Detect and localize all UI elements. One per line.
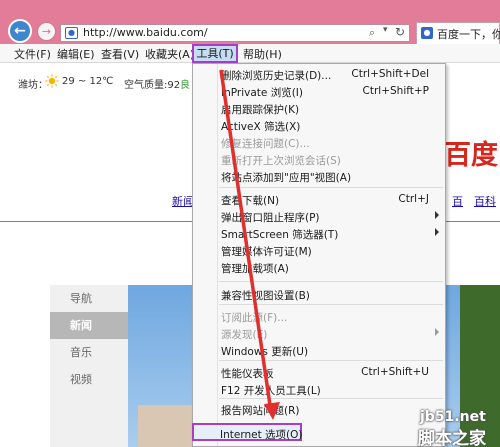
tools-menu-item[interactable]: 性能仪表板 Ctrl+Shift+U (193, 364, 445, 381)
menu-favorites[interactable]: 收藏夹(A) (145, 46, 194, 62)
baidu-favicon-icon: ● (421, 27, 433, 39)
tools-menu-item[interactable]: 查看下载(N) Ctrl+J (193, 191, 445, 208)
menu-tools[interactable]: 工具(T) (192, 44, 238, 63)
left-nav: 导航 新闻 音乐 视频 (50, 285, 128, 447)
tools-menu-item: 修复连接问题(C)... (193, 134, 445, 151)
arrow-left-icon: ← (14, 23, 26, 39)
tools-menu-item[interactable]: 启用跟踪保护(K) (193, 100, 445, 117)
forward-button[interactable]: → (37, 22, 56, 41)
submenu-arrow-icon (435, 211, 439, 219)
menu-item-internet-options[interactable]: Internet 选项(O) (192, 423, 303, 441)
menu-item-label: 管理媒体许可证(M) (221, 246, 312, 258)
tools-menu-item[interactable]: ActiveX 筛选(X) (193, 117, 445, 134)
menu-item-label: ActiveX 筛选(X) (221, 121, 301, 133)
address-bar[interactable]: ● http://www.baidu.com/ ⌕ ▾ ↻ (60, 24, 410, 42)
menu-item-label: Internet 选项(O) (220, 429, 303, 441)
menu-item-label: F12 开发人员工具(L) (221, 385, 321, 397)
tools-menu-item[interactable]: InPrivate 浏览(I) Ctrl+Shift+P (193, 83, 445, 100)
menu-item-shortcut: Ctrl+Shift+P (362, 85, 429, 97)
weather-temperature: 29 ~ 12℃ (62, 76, 114, 87)
menu-separator (219, 304, 443, 305)
tools-menu-item[interactable]: Windows 更新(U) (193, 342, 445, 359)
address-text[interactable]: http://www.baidu.com/ (83, 26, 208, 39)
menu-item-label: 报告网站问题(R) (221, 405, 300, 417)
sun-icon (45, 74, 59, 88)
submenu-arrow-icon (435, 328, 439, 336)
menu-help[interactable]: 帮助(H) (243, 46, 282, 62)
menu-item-label: 性能仪表板 (221, 368, 274, 380)
menu-separator (219, 398, 443, 399)
left-nav-item-news[interactable]: 新闻 (50, 312, 128, 339)
menu-item-label: 源发现(E) (221, 329, 268, 341)
menu-separator (219, 187, 443, 188)
menu-item-label: 删除浏览历史记录(D)... (221, 70, 332, 82)
tools-menu-item: 订阅此源(F)... (193, 308, 445, 325)
menu-item-label: InPrivate 浏览(I) (221, 87, 303, 99)
browser-tab[interactable]: ● 百度一下，你就 (416, 22, 500, 44)
submenu-arrow-icon (435, 228, 439, 236)
menu-bar: 文件(F) 编辑(E) 查看(V) 收藏夹(A) 帮助(H) (0, 44, 500, 63)
watermark-site: jb51.net (420, 409, 486, 425)
arrow-right-icon: → (41, 25, 52, 38)
search-icon[interactable]: ⌕ (369, 26, 375, 40)
watermark-brand: 脚本之家 (418, 429, 486, 447)
tools-menu-item: 源发现(E) (193, 325, 445, 342)
menu-item-label: 弹出窗口阻止程序(P) (221, 212, 320, 224)
menu-item-label: 查看下载(N) (221, 195, 280, 207)
menu-edit[interactable]: 编辑(E) (57, 46, 95, 62)
menu-view[interactable]: 查看(V) (101, 46, 139, 62)
tools-menu-item[interactable]: 弹出窗口阻止程序(P) (193, 208, 445, 225)
chevron-down-icon[interactable]: ▾ (383, 25, 388, 35)
menu-item-label: SmartScreen 筛选器(T) (221, 229, 339, 241)
menu-item-label: 将站点添加到"应用"视图(A) (221, 172, 352, 184)
tools-menu-item[interactable]: 管理媒体许可证(M) (193, 242, 445, 259)
site-favicon-icon: ● (65, 27, 78, 39)
left-nav-item-music[interactable]: 音乐 (50, 339, 128, 366)
tools-menu-item[interactable]: SmartScreen 筛选器(T) (193, 225, 445, 242)
menu-item-label: 修复连接问题(C)... (221, 138, 310, 150)
menu-item-label: Windows 更新(U) (221, 346, 309, 358)
air-quality: 空气质量:92 (124, 80, 181, 91)
menu-item-label: 管理加载项(A) (221, 263, 289, 275)
tools-menu-item[interactable]: 兼容性视图设置(B) (193, 286, 445, 303)
building-shape (138, 405, 198, 447)
tools-dropdown-menu: 删除浏览历史记录(D)... Ctrl+Shift+Del InPrivate 浏览… (192, 63, 446, 447)
baike-link[interactable]: 百科 (474, 193, 496, 209)
browser-titlebar: ← → ● http://www.baidu.com/ ⌕ ▾ ↻ ● 百度一下… (0, 0, 500, 44)
menu-item-label: 订阅此源(F)... (221, 312, 288, 324)
weather-city: 潍坊： (18, 80, 48, 91)
left-nav-item-video[interactable]: 视频 (50, 366, 128, 393)
refresh-icon[interactable]: ↻ (395, 25, 405, 39)
menu-item-label: 重新打开上次浏览会话(S) (221, 155, 341, 167)
baidu-logo: 百度 (444, 140, 498, 171)
menu-item-label: 启用跟踪保护(K) (221, 104, 300, 116)
menu-item-label: 兼容性视图设置(B) (221, 290, 310, 302)
air-quality-level: 良 (180, 80, 190, 91)
menu-item-shortcut: Ctrl+Shift+Del (351, 68, 429, 80)
menu-item-shortcut: Ctrl+J (398, 193, 429, 205)
menu-item-shortcut: Ctrl+Shift+U (361, 366, 429, 378)
back-button[interactable]: ← (8, 19, 32, 43)
news-link[interactable]: 新闻 (172, 193, 194, 209)
menu-separator (219, 360, 443, 361)
tools-menu-item[interactable]: 管理加载项(A) (193, 259, 445, 276)
menu-separator (219, 281, 443, 282)
tools-menu-item[interactable]: F12 开发人员工具(L) (193, 381, 445, 398)
left-nav-item-navigation[interactable]: 导航 (50, 285, 128, 312)
tools-menu-item: 重新打开上次浏览会话(S) (193, 151, 445, 168)
menu-file[interactable]: 文件(F) (14, 46, 51, 62)
tools-menu-item[interactable]: 报告网站问题(R) (193, 401, 445, 418)
tab-title: 百度一下，你就 (437, 28, 500, 41)
tools-menu-item[interactable]: 将站点添加到"应用"视图(A) (193, 168, 445, 185)
tools-menu-item[interactable]: 删除浏览历史记录(D)... Ctrl+Shift+Del (193, 66, 445, 83)
nav-link[interactable]: 百 (452, 193, 463, 209)
